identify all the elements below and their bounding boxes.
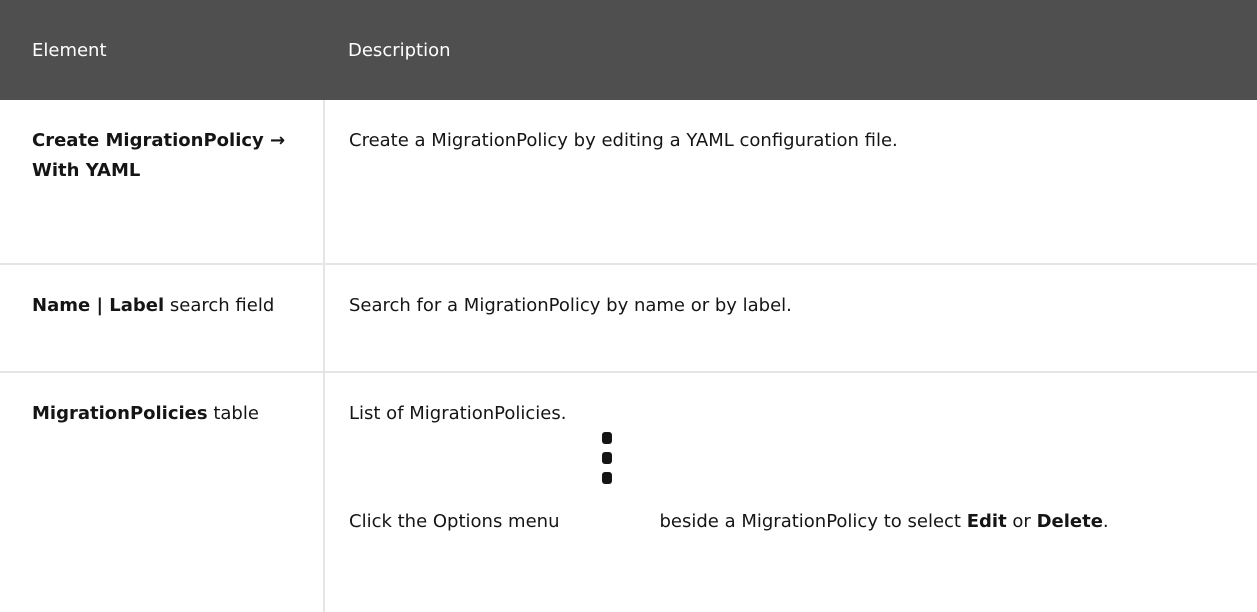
element-cell: MigrationPolicies table [0, 372, 325, 612]
element-label: Name | Label [32, 295, 165, 316]
options-text-or: or [1012, 511, 1031, 532]
description-text: Search for a MigrationPolicy by name or … [349, 295, 792, 316]
table-row: Create MigrationPolicy → With YAML Creat… [0, 100, 1257, 265]
element-label: Create MigrationPolicy → With YAML [32, 130, 286, 181]
description-text: List of MigrationPolicies. [349, 403, 567, 424]
description-cell: Search for a MigrationPolicy by name or … [324, 264, 1257, 373]
options-text-end: . [1102, 511, 1109, 532]
element-label-suffix: search field [169, 295, 275, 316]
element-cell: Create MigrationPolicy → With YAML [0, 100, 325, 265]
element-description-table: Element Description Create MigrationPoli… [0, 0, 1257, 612]
options-text-after: beside a MigrationPolicy to select [659, 511, 961, 532]
element-cell: Name | Label search field [0, 264, 325, 373]
options-instruction: Click the Options menu beside a Migratio… [349, 432, 1233, 537]
edit-label: Edit [966, 511, 1007, 532]
header-description: Description [324, 0, 1257, 100]
element-label-suffix: table [213, 403, 259, 424]
description-cell: List of MigrationPolicies. Click the Opt… [324, 372, 1257, 612]
table-row: Name | Label search field Search for a M… [0, 264, 1257, 373]
description-cell: Create a MigrationPolicy by editing a YA… [324, 100, 1257, 265]
delete-label: Delete [1036, 511, 1103, 532]
header-element: Element [0, 0, 324, 100]
description-text: Create a MigrationPolicy by editing a YA… [349, 130, 898, 151]
options-text-before: Click the Options menu [349, 511, 560, 532]
element-label: MigrationPolicies [32, 403, 208, 424]
table-row: MigrationPolicies table List of Migratio… [0, 372, 1257, 612]
kebab-icon [559, 432, 659, 537]
header-row: Element Description [0, 0, 1257, 100]
